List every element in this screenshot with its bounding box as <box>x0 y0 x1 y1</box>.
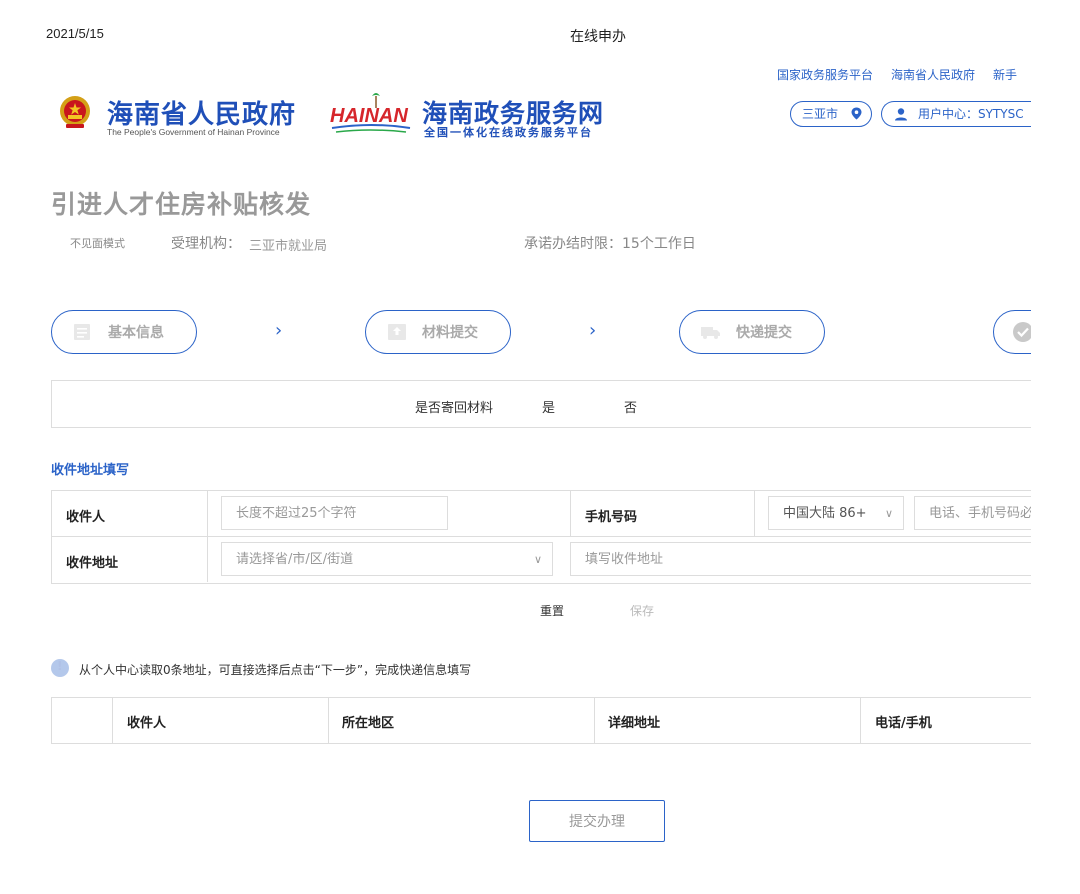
upload-icon <box>388 324 406 340</box>
national-emblem-icon <box>60 96 90 128</box>
region-code-select[interactable]: 中国大陆 86+ ∨ <box>768 496 904 530</box>
gov-subtitle: The People's Government of Hainan Provin… <box>107 127 280 137</box>
divider <box>51 536 1041 537</box>
step-express[interactable]: 快递提交 <box>679 310 825 354</box>
return-option-no[interactable]: 否 <box>624 397 637 416</box>
divider <box>207 490 208 582</box>
step-label: 快递提交 <box>736 325 792 341</box>
step-materials[interactable]: 材料提交 <box>365 310 511 354</box>
step-label: 基本信息 <box>108 325 164 341</box>
column-header-detail: 详细地址 <box>608 716 661 731</box>
truck-icon <box>701 327 720 339</box>
phone-input[interactable]: 电话、手机号码必 <box>914 496 1034 530</box>
region-select-placeholder: 请选择省/市/区/街道 <box>236 552 354 567</box>
save-button[interactable]: 保存 <box>630 602 654 619</box>
chevron-right-icon: › <box>589 320 597 341</box>
city-selector[interactable]: 三亚市 <box>790 101 872 127</box>
chevron-down-icon: ∨ <box>533 553 542 566</box>
column-header-recipient: 收件人 <box>127 716 167 731</box>
address-label: 收件地址 <box>66 556 119 571</box>
location-pin-icon <box>851 107 862 120</box>
user-center-label: 用户中心：SYTYSC <box>918 107 1024 121</box>
recipient-input[interactable]: 长度不超过25个字符 <box>221 496 448 530</box>
submit-button[interactable]: 提交办理 <box>529 800 665 842</box>
divider <box>112 697 113 743</box>
hainan-brand-logo: HAINAN <box>330 93 411 133</box>
step-basic-info[interactable]: 基本信息 <box>51 310 197 354</box>
top-link-beginner[interactable]: 新手 <box>993 68 1017 82</box>
address-notice: 从个人中心读取0条地址，可直接选择后点击“下一步”，完成快递信息填写 <box>79 663 472 677</box>
return-option-yes[interactable]: 是 <box>542 397 555 416</box>
service-mode: 不见面模式 <box>70 237 125 250</box>
gov-name: 海南省人民政府 <box>107 100 297 130</box>
info-icon: ! <box>51 659 69 677</box>
user-icon <box>895 108 907 121</box>
agency-label: 受理机构： <box>171 236 241 252</box>
divider <box>594 697 595 743</box>
service-subtitle: 全国一体化在线政务服务平台 <box>424 126 593 139</box>
divider <box>860 697 861 743</box>
divider <box>570 490 571 536</box>
region-code-value: 中国大陆 86+ <box>783 506 867 521</box>
city-label: 三亚市 <box>802 107 839 121</box>
top-link-national-platform[interactable]: 国家政务服务平台 <box>777 68 873 82</box>
chevron-down-icon: ∨ <box>884 507 893 520</box>
reset-button[interactable]: 重置 <box>540 602 564 619</box>
hainan-brand-mark: HAINAN <box>330 105 408 127</box>
chevron-right-icon: › <box>275 320 283 341</box>
phone-label: 手机号码 <box>585 510 638 525</box>
page-title: 引进人才住房补贴核发 <box>51 190 312 219</box>
divider <box>328 697 329 743</box>
step-label: 材料提交 <box>422 325 478 341</box>
detail-address-input[interactable]: 填写收件地址 <box>570 542 1034 576</box>
column-header-phone: 电话/手机 <box>875 716 932 731</box>
address-section-title: 收件地址填写 <box>51 463 130 478</box>
top-link-hainan-gov[interactable]: 海南省人民政府 <box>891 68 975 82</box>
page-edge <box>1031 60 1080 894</box>
deadline: 承诺办结时限：15个工作日 <box>524 236 696 252</box>
top-links: 国家政务服务平台 海南省人民政府 新手 <box>777 66 1031 83</box>
region-select[interactable]: 请选择省/市/区/街道 ∨ <box>221 542 553 576</box>
agency-value: 三亚市就业局 <box>249 239 328 254</box>
recipient-label: 收件人 <box>66 510 106 525</box>
form-icon <box>74 324 90 340</box>
return-materials-label: 是否寄回材料 <box>415 401 494 416</box>
print-title: 在线申办 <box>570 29 626 45</box>
column-header-region: 所在地区 <box>342 716 395 731</box>
divider <box>754 490 755 536</box>
